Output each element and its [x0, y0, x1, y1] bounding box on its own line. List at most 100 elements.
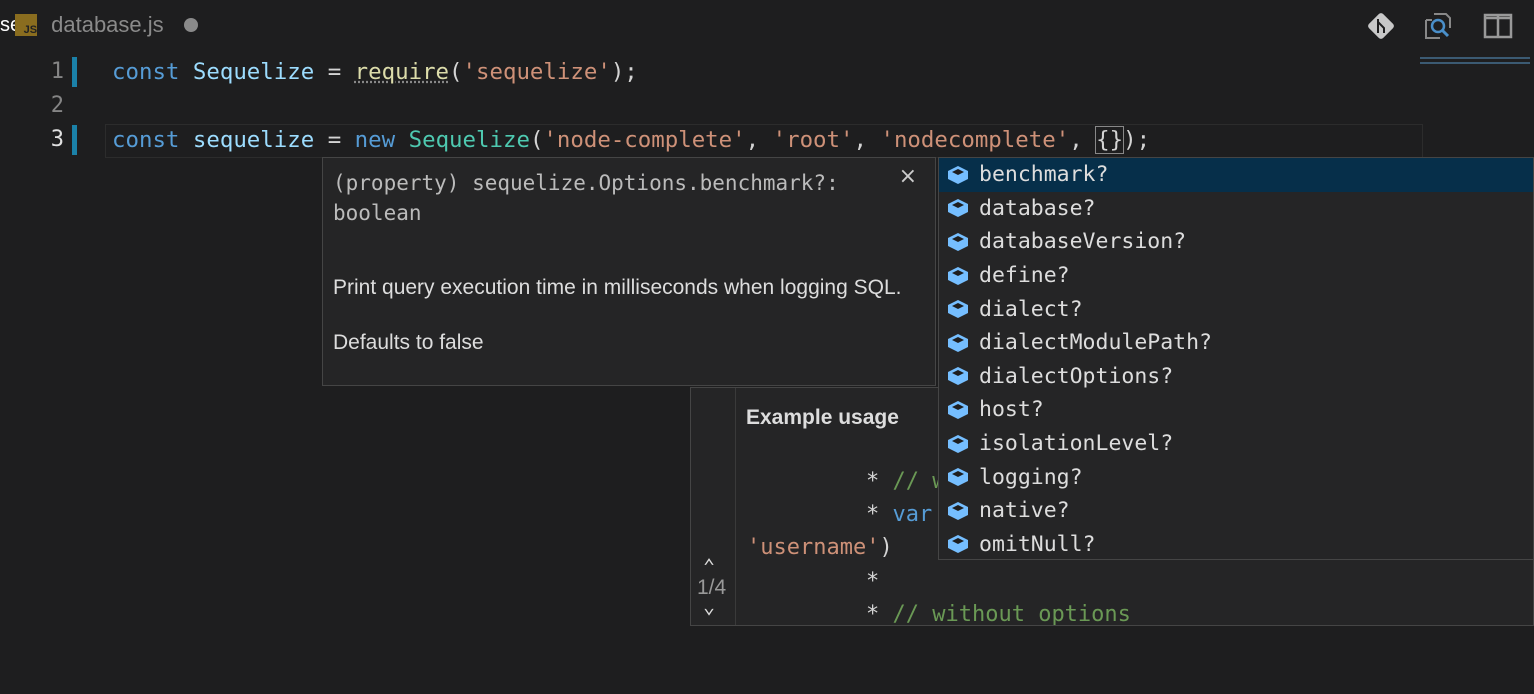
line-number: 2: [50, 93, 64, 118]
tab-database-js[interactable]: se JS database.js: [0, 0, 198, 50]
suggest-widget[interactable]: benchmark? database? databaseVersion? defin…: [938, 157, 1534, 560]
bracket-match: {}: [1095, 126, 1125, 154]
code-line-3[interactable]: const sequelize = new Sequelize('node-co…: [112, 123, 1150, 157]
token: ): [879, 535, 893, 560]
suggest-item[interactable]: dialect?: [939, 292, 1533, 326]
example-line: * var: [866, 498, 932, 532]
hover-default: Defaults to false: [333, 331, 484, 354]
suggest-item-label: define?: [979, 263, 1070, 289]
close-icon[interactable]: ×: [899, 164, 917, 189]
suggest-item[interactable]: native?: [939, 494, 1533, 528]
token: *: [866, 602, 893, 626]
suggest-item[interactable]: databaseVersion?: [939, 225, 1533, 259]
token: // without options: [892, 602, 1131, 626]
example-line: * // w: [866, 465, 945, 499]
suggest-item[interactable]: define?: [939, 259, 1533, 293]
suggest-item[interactable]: database?: [939, 192, 1533, 226]
suggest-item[interactable]: dialectOptions?: [939, 360, 1533, 394]
git-modified-gutter: [72, 125, 77, 155]
git-modified-gutter: [72, 57, 77, 87]
suggest-item-label: dialect?: [979, 296, 1083, 322]
line-number: 3: [50, 127, 64, 152]
suggest-item[interactable]: isolationLevel?: [939, 427, 1533, 461]
token: Sequelize: [192, 59, 315, 85]
token: var: [892, 502, 933, 527]
example-line: *: [866, 565, 879, 599]
tab-filename: database.js: [51, 12, 164, 37]
hover-tooltip: (property) sequelize.Options.benchmark?:…: [322, 157, 936, 386]
minimap[interactable]: [1420, 55, 1530, 67]
example-line: * // without options: [866, 598, 1131, 626]
suggest-item-label: logging?: [979, 464, 1083, 490]
property-icon: [948, 367, 968, 386]
token: );: [610, 59, 638, 85]
property-icon: [948, 434, 968, 453]
property-icon: [948, 468, 968, 487]
token: );: [1123, 127, 1151, 153]
token: (: [529, 127, 544, 153]
token: *: [866, 469, 893, 494]
property-icon: [948, 165, 968, 184]
details-heading: Example usage: [746, 406, 899, 429]
token: ,: [1069, 127, 1097, 153]
property-icon: [948, 300, 968, 319]
token: =: [314, 59, 355, 85]
token: 'root': [772, 127, 854, 153]
property-icon: [948, 266, 968, 285]
suggest-item-label: dialectOptions?: [979, 363, 1174, 389]
git-icon[interactable]: [1365, 10, 1397, 42]
javascript-file-icon: JS: [15, 14, 38, 36]
suggest-item-label: dialectModulePath?: [979, 330, 1212, 356]
suggest-item-label: omitNull?: [979, 531, 1096, 557]
property-icon: [948, 333, 968, 352]
property-icon: [948, 535, 968, 554]
token: 'node-complete': [543, 127, 746, 153]
token: sequelize: [192, 127, 315, 153]
next-icon[interactable]: ⌄: [703, 594, 715, 618]
token: Sequelize: [408, 127, 530, 153]
previous-icon[interactable]: ⌃: [703, 554, 715, 578]
suggest-item[interactable]: logging?: [939, 460, 1533, 494]
token: const: [112, 127, 180, 153]
suggest-item-label: databaseVersion?: [979, 229, 1187, 255]
property-icon: [948, 199, 968, 218]
token: const: [112, 59, 180, 85]
suggest-item-label: host?: [979, 397, 1044, 423]
property-icon: [948, 400, 968, 419]
unsaved-dot-icon[interactable]: [183, 18, 198, 32]
token: require: [354, 59, 450, 85]
token: 'username': [747, 535, 880, 560]
suggest-item-label: isolationLevel?: [979, 431, 1174, 457]
code-line-1[interactable]: const Sequelize = require('sequelize');: [112, 55, 638, 89]
suggest-item-label: database?: [979, 195, 1096, 221]
property-icon: [948, 232, 968, 251]
token: 'nodecomplete': [880, 127, 1070, 153]
suggest-item-label: benchmark?: [979, 162, 1109, 188]
tab-bar: [0, 0, 1534, 50]
hover-signature: (property) sequelize.Options.benchmark?:…: [333, 171, 839, 225]
open-preview-icon[interactable]: [1422, 10, 1454, 42]
suggest-item[interactable]: omitNull?: [939, 528, 1533, 562]
split-editor-icon[interactable]: [1482, 10, 1514, 42]
suggest-item[interactable]: host?: [939, 393, 1533, 427]
token: (: [449, 59, 463, 85]
hover-description: Print query execution time in millisecon…: [333, 276, 902, 299]
suggest-item-label: native?: [979, 498, 1070, 524]
suggest-item[interactable]: benchmark?: [939, 158, 1533, 192]
token: new: [354, 127, 396, 153]
token: ,: [853, 127, 881, 153]
token: =: [314, 127, 355, 153]
token: *: [866, 569, 880, 594]
property-icon: [948, 501, 968, 520]
token: *: [866, 502, 893, 527]
token: ,: [745, 127, 773, 153]
example-line: 'username'): [747, 531, 893, 565]
token: 'sequelize': [462, 59, 611, 85]
line-number: 1: [50, 59, 64, 84]
suggest-item[interactable]: dialectModulePath?: [939, 326, 1533, 360]
js-icon-label: JS: [23, 24, 38, 36]
details-pager: ⌃ 1/4 ⌄: [691, 388, 736, 625]
